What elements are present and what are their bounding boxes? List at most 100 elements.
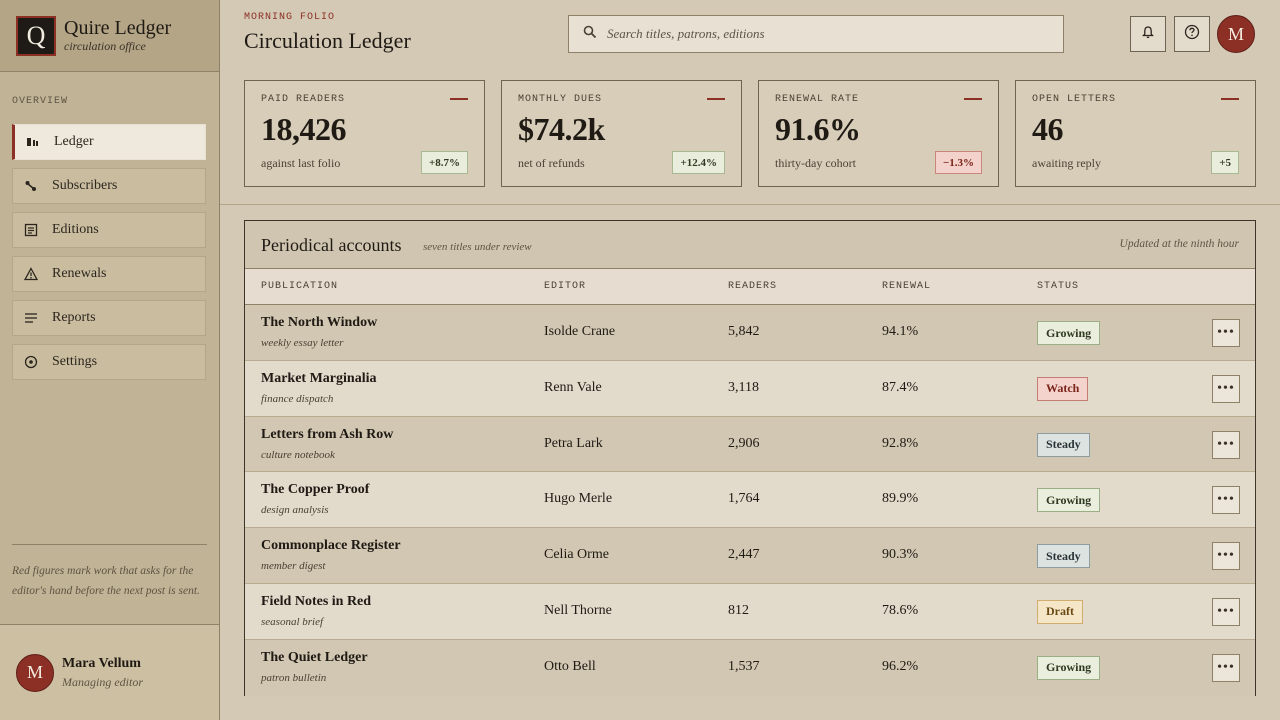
panel-subtitle: seven titles under review bbox=[423, 241, 532, 253]
main-content: MORNING FOLIO Circulation Ledger M bbox=[220, 0, 1280, 720]
publication-name: Field Notes in Red bbox=[261, 593, 372, 609]
search-input[interactable] bbox=[607, 26, 1047, 42]
accent-dash bbox=[450, 98, 468, 100]
publication-description: weekly essay letter bbox=[261, 337, 344, 349]
stat-card-renewal-rate: RENEWAL RATE 91.6% thirty-day cohort −1.… bbox=[758, 80, 999, 187]
stat-label: RENEWAL RATE bbox=[775, 94, 860, 105]
publication-description: design analysis bbox=[261, 504, 329, 517]
status-badge: Growing bbox=[1037, 488, 1101, 513]
column-header-renewal[interactable]: RENEWAL bbox=[882, 281, 931, 292]
row-more-button[interactable]: ••• bbox=[1212, 430, 1240, 459]
more-icon: ••• bbox=[1217, 603, 1235, 619]
brand: Q Quire Ledger circulation office bbox=[0, 0, 219, 72]
panel-updated-note: Updated at the ninth hour bbox=[1119, 238, 1239, 250]
logo: Q bbox=[16, 15, 56, 56]
row-more-button[interactable]: ••• bbox=[1212, 653, 1240, 682]
sidebar-item-label: Settings bbox=[52, 354, 98, 369]
table-row[interactable]: The Copper Proof design analysis Hugo Me… bbox=[245, 472, 1255, 529]
stat-value: 18,426 bbox=[261, 111, 347, 147]
editor-cell: Otto Bell bbox=[544, 658, 596, 674]
renewal-cell: 89.9% bbox=[882, 491, 919, 507]
user-profile[interactable]: M Mara Vellum Managing editor bbox=[0, 624, 219, 720]
sidebar-item-settings[interactable]: Settings bbox=[12, 344, 206, 380]
accounts-panel: Periodical accounts seven titles under r… bbox=[244, 220, 1256, 696]
editor-cell: Hugo Merle bbox=[544, 491, 613, 507]
table-row[interactable]: The North Window weekly essay letter Iso… bbox=[245, 305, 1255, 361]
sidebar-item-reports[interactable]: Reports bbox=[12, 300, 206, 336]
sidebar-item-subscribers[interactable]: Subscribers bbox=[12, 168, 206, 204]
readers-cell: 1,764 bbox=[728, 491, 760, 507]
header-avatar[interactable]: M bbox=[1217, 15, 1255, 53]
column-header-readers[interactable]: READERS bbox=[728, 281, 777, 292]
publication-name: Commonplace Register bbox=[261, 538, 401, 554]
publication-description: member digest bbox=[261, 560, 326, 573]
notifications-button[interactable] bbox=[1130, 16, 1166, 52]
sidebar-item-renewals[interactable]: Renewals bbox=[12, 256, 206, 292]
editor-cell: Isolde Crane bbox=[544, 324, 616, 339]
stat-value: $74.2k bbox=[518, 111, 605, 147]
search-box[interactable] bbox=[568, 15, 1064, 53]
header: MORNING FOLIO Circulation Ledger M bbox=[220, 0, 1280, 64]
readers-cell: 5,842 bbox=[728, 324, 760, 339]
stat-delta-badge: −1.3% bbox=[934, 151, 982, 174]
table-row[interactable]: Market Marginalia finance dispatch Renn … bbox=[245, 360, 1255, 417]
column-header-editor[interactable]: EDITOR bbox=[544, 281, 586, 292]
nav-section-title: OVERVIEW bbox=[12, 96, 69, 107]
brand-subtitle: circulation office bbox=[64, 39, 146, 53]
publication-name: The Quiet Ledger bbox=[261, 649, 368, 665]
profile-role: Managing editor bbox=[62, 674, 143, 689]
stat-card-paid-readers: PAID READERS 18,426 against last folio +… bbox=[244, 80, 485, 187]
status-badge: Growing bbox=[1037, 655, 1101, 680]
editor-cell: Celia Orme bbox=[544, 547, 609, 563]
table-row[interactable]: Field Notes in Red seasonal brief Nell T… bbox=[245, 583, 1255, 640]
sidebar-item-label: Reports bbox=[52, 310, 96, 325]
sidebar-item-editions[interactable]: Editions bbox=[12, 212, 206, 248]
column-header-status[interactable]: STATUS bbox=[1037, 281, 1079, 292]
row-more-button[interactable]: ••• bbox=[1212, 319, 1240, 347]
stat-caption: against last folio bbox=[261, 156, 341, 170]
page-title: Circulation Ledger bbox=[244, 28, 411, 53]
more-icon: ••• bbox=[1217, 659, 1235, 675]
more-icon: ••• bbox=[1217, 325, 1235, 340]
renewal-cell: 96.2% bbox=[882, 658, 919, 674]
sidebar-item-label: Ledger bbox=[54, 134, 94, 149]
status-badge: Draft bbox=[1037, 599, 1083, 624]
stat-label: MONTHLY DUES bbox=[518, 94, 603, 105]
table-row[interactable]: Letters from Ash Row culture notebook Pe… bbox=[245, 416, 1255, 473]
brand-name: Quire Ledger bbox=[64, 17, 172, 39]
table-header: PUBLICATION EDITOR READERS RENEWAL STATU… bbox=[245, 269, 1255, 305]
publication-name: Letters from Ash Row bbox=[261, 426, 394, 442]
publication-description: culture notebook bbox=[261, 448, 335, 461]
status-badge: Growing bbox=[1037, 321, 1101, 345]
help-button[interactable] bbox=[1174, 16, 1210, 52]
panel-header: Periodical accounts seven titles under r… bbox=[245, 221, 1255, 269]
table-row[interactable]: The Quiet Ledger patron bulletin Otto Be… bbox=[245, 639, 1255, 696]
row-more-button[interactable]: ••• bbox=[1212, 597, 1240, 626]
publication-name: The Copper Proof bbox=[261, 482, 370, 498]
more-icon: ••• bbox=[1217, 548, 1235, 564]
sidebar-note: Red figures mark work that asks for the … bbox=[12, 544, 207, 601]
column-header-publication[interactable]: PUBLICATION bbox=[261, 281, 338, 292]
avatar: M bbox=[16, 653, 54, 692]
stat-caption: net of refunds bbox=[518, 156, 585, 170]
row-more-button[interactable]: ••• bbox=[1212, 542, 1240, 571]
app-window: Q Quire Ledger circulation office OVERVI… bbox=[0, 0, 1280, 720]
sidebar-item-ledger[interactable]: Ledger bbox=[12, 124, 206, 160]
readers-cell: 812 bbox=[728, 602, 749, 618]
table-row[interactable]: Commonplace Register member digest Celia… bbox=[245, 528, 1255, 584]
help-icon bbox=[1184, 24, 1200, 45]
readers-cell: 2,447 bbox=[728, 547, 760, 563]
section-divider bbox=[220, 204, 1280, 205]
stat-delta-badge: +8.7% bbox=[420, 151, 468, 174]
more-icon: ••• bbox=[1217, 492, 1235, 508]
status-badge: Steady bbox=[1037, 544, 1090, 569]
panel-title: Periodical accounts bbox=[261, 235, 402, 255]
renewal-cell: 87.4% bbox=[882, 379, 919, 395]
editor-cell: Petra Lark bbox=[544, 435, 603, 451]
renewals-icon bbox=[23, 267, 39, 281]
row-more-button[interactable]: ••• bbox=[1212, 486, 1240, 515]
sidebar-item-label: Renewals bbox=[52, 266, 107, 281]
stat-caption: thirty-day cohort bbox=[775, 156, 856, 170]
readers-cell: 2,906 bbox=[728, 435, 760, 451]
row-more-button[interactable]: ••• bbox=[1212, 374, 1240, 403]
